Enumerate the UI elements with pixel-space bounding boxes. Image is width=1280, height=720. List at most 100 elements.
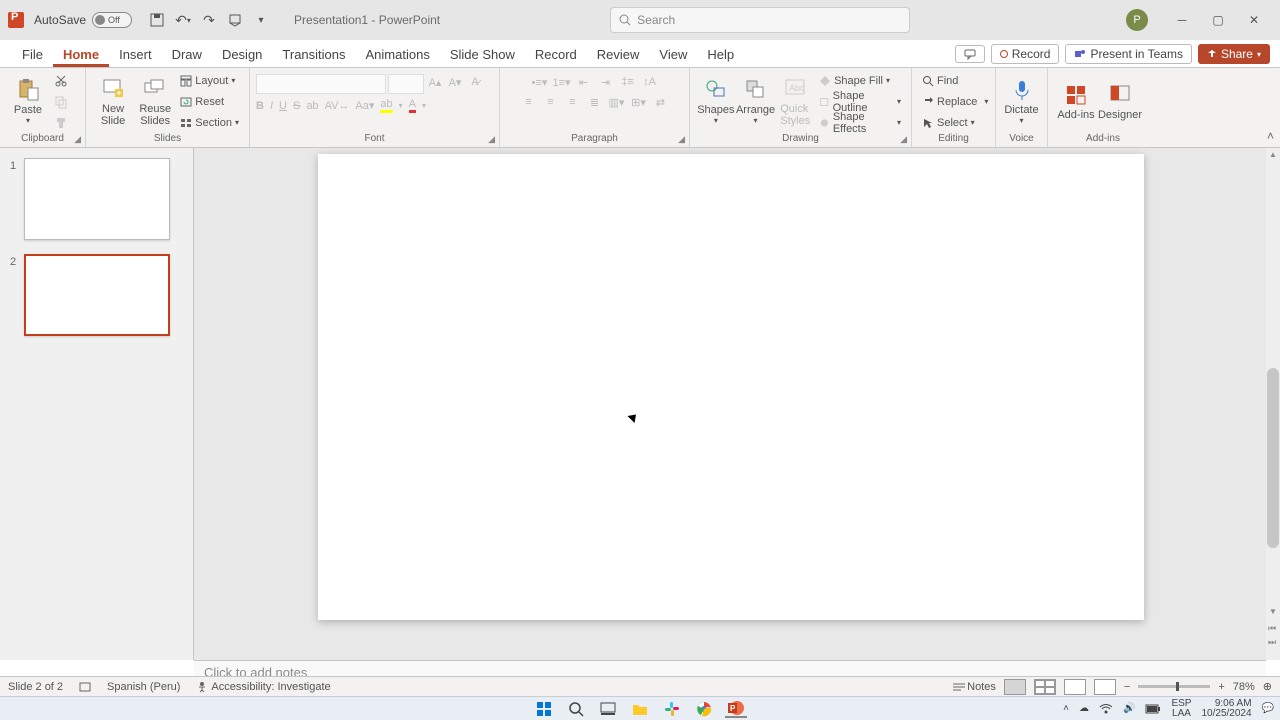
profile-avatar[interactable]: P (1126, 9, 1148, 31)
accessibility-shortcut-icon[interactable] (79, 681, 91, 693)
copy-icon (54, 95, 68, 109)
onedrive-icon[interactable]: ☁ (1079, 703, 1089, 714)
tab-home[interactable]: Home (53, 42, 109, 67)
clear-formatting-icon: A̷ (466, 74, 484, 90)
language-indicator[interactable]: Spanish (Peru) (107, 681, 180, 693)
chrome-icon[interactable] (693, 700, 715, 718)
prev-slide-icon[interactable]: ⏮ (1268, 623, 1276, 634)
save-icon[interactable] (146, 9, 168, 31)
search-icon (619, 14, 631, 26)
reuse-slides-button[interactable]: Reuse Slides (134, 72, 176, 132)
zoom-percent[interactable]: 78% (1233, 681, 1255, 693)
slide-canvas[interactable] (318, 154, 1144, 620)
autosave-toggle[interactable]: Off (92, 12, 132, 28)
section-button[interactable]: Section▾ (176, 113, 243, 133)
reading-view-icon[interactable] (1064, 679, 1086, 695)
taskbar-search-icon[interactable] (565, 700, 587, 718)
slide-thumbnail-panel[interactable]: 1 2 (0, 148, 194, 660)
wifi-icon[interactable] (1099, 704, 1113, 714)
sorter-view-icon[interactable] (1034, 679, 1056, 695)
zoom-slider[interactable] (1138, 685, 1210, 688)
from-beginning-icon[interactable] (224, 9, 246, 31)
addins-icon (1064, 83, 1088, 107)
next-slide-icon[interactable]: ⏭ (1268, 637, 1276, 648)
paragraph-launcher-icon[interactable]: ◢ (678, 134, 685, 145)
find-button[interactable]: Find (918, 71, 992, 91)
new-slide-button[interactable]: New Slide (92, 72, 134, 132)
tab-help[interactable]: Help (697, 42, 744, 67)
tab-insert[interactable]: Insert (109, 42, 162, 67)
fit-to-window-icon[interactable]: ⊕ (1263, 680, 1272, 693)
designer-button[interactable]: Designer (1098, 72, 1142, 132)
tab-record[interactable]: Record (525, 42, 587, 67)
tab-design[interactable]: Design (212, 42, 272, 67)
slideshow-view-icon[interactable] (1094, 679, 1116, 695)
titlebar: AutoSave Off ↶▾ ↷ ▾ Presentation1 - Powe… (0, 0, 1280, 40)
font-name-combo (256, 74, 386, 94)
clipboard-launcher-icon[interactable]: ◢ (74, 134, 81, 145)
arrange-button[interactable]: Arrange▾ (736, 72, 776, 132)
normal-view-icon[interactable] (1004, 679, 1026, 695)
replace-button[interactable]: Replace▾ (918, 92, 992, 112)
font-launcher-icon[interactable]: ◢ (488, 134, 495, 145)
scrollbar-thumb[interactable] (1267, 368, 1279, 548)
notifications-icon[interactable]: 💬 (1262, 703, 1274, 714)
scroll-up-icon[interactable]: ▲ (1269, 150, 1277, 159)
paste-button[interactable]: Paste▾ (6, 72, 50, 132)
accessibility-checker[interactable]: Accessibility: Investigate (196, 681, 330, 693)
svg-text:P: P (730, 704, 736, 713)
volume-icon[interactable]: 🔊 (1123, 703, 1135, 714)
tab-transitions[interactable]: Transitions (272, 42, 355, 67)
vertical-scrollbar[interactable]: ▲ ▼ ⏮ ⏭ (1266, 148, 1280, 660)
zoom-in-button[interactable]: + (1218, 681, 1224, 693)
start-icon[interactable] (533, 700, 555, 718)
tab-view[interactable]: View (649, 42, 697, 67)
slide-canvas-area[interactable]: ▲ ▼ ⏮ ⏭ (194, 148, 1280, 660)
reset-button[interactable]: Reset (176, 92, 243, 112)
statusbar: Slide 2 of 2 Spanish (Peru) Accessibilit… (0, 676, 1280, 696)
explorer-icon[interactable] (629, 700, 651, 718)
cut-button[interactable] (50, 71, 72, 91)
redo-icon[interactable]: ↷ (198, 9, 220, 31)
close-button[interactable]: ✕ (1236, 6, 1272, 34)
replace-icon (922, 96, 934, 108)
maximize-button[interactable]: ▢ (1200, 6, 1236, 34)
record-button[interactable]: Record (991, 44, 1060, 64)
tray-chevron-icon[interactable]: ˄ (1063, 703, 1069, 714)
scroll-down-icon[interactable]: ▼ (1269, 607, 1277, 616)
comments-button[interactable] (955, 45, 985, 63)
tab-draw[interactable]: Draw (162, 42, 212, 67)
shapes-button[interactable]: Shapes▾ (696, 72, 736, 132)
line-spacing-icon: ‡≡ (619, 74, 637, 90)
slack-icon[interactable] (661, 700, 683, 718)
layout-button[interactable]: Layout▾ (176, 71, 243, 91)
search-box[interactable]: Search (610, 7, 910, 33)
input-locale[interactable]: ESPLAA (1171, 699, 1191, 719)
minimize-button[interactable]: ─ (1164, 6, 1200, 34)
copy-button (50, 92, 72, 112)
powerpoint-taskbar-icon[interactable]: P (725, 700, 747, 718)
tab-slideshow[interactable]: Slide Show (440, 42, 525, 67)
drawing-launcher-icon[interactable]: ◢ (900, 134, 907, 145)
clock[interactable]: 9:06 AM10/25/2024 (1201, 699, 1251, 719)
notes-toggle[interactable]: Notes (953, 681, 996, 693)
addins-button[interactable]: Add-ins (1054, 72, 1098, 132)
reuse-slides-icon (143, 77, 167, 101)
present-in-teams-button[interactable]: Present in Teams (1065, 44, 1192, 64)
shape-fill-button: Shape Fill▾ (815, 71, 905, 91)
share-button[interactable]: Share▾ (1198, 44, 1270, 64)
reset-icon (180, 96, 192, 108)
dictate-button[interactable]: Dictate▾ (1002, 72, 1041, 132)
tab-review[interactable]: Review (587, 42, 650, 67)
tab-animations[interactable]: Animations (356, 42, 440, 67)
qat-more-icon[interactable]: ▾ (250, 9, 272, 31)
slide-thumbnail-2[interactable] (24, 254, 170, 336)
zoom-out-button[interactable]: − (1124, 681, 1130, 693)
tab-file[interactable]: File (12, 42, 53, 67)
battery-icon[interactable] (1145, 704, 1161, 714)
select-button[interactable]: Select▾ (918, 113, 992, 133)
task-view-icon[interactable] (597, 700, 619, 718)
slide-thumbnail-1[interactable] (24, 158, 170, 240)
collapse-ribbon-icon[interactable]: ˄ (1267, 129, 1274, 143)
undo-icon[interactable]: ↶▾ (172, 9, 194, 31)
